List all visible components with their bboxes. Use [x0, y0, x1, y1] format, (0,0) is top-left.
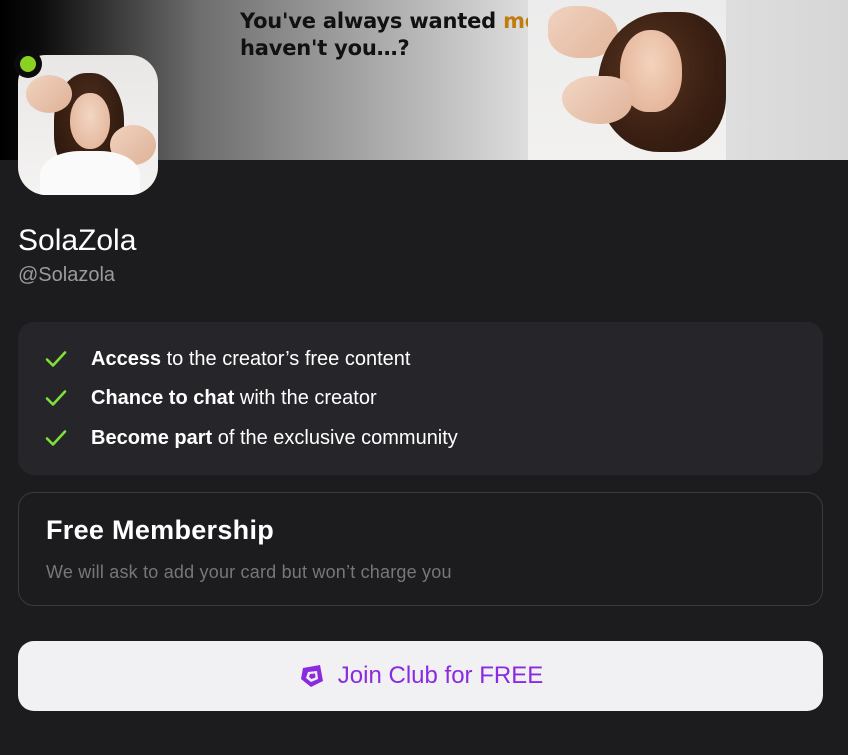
benefit-item: Access to the creator’s free content: [44, 346, 410, 372]
avatar[interactable]: [18, 55, 158, 195]
benefit-text: to the creator’s free content: [161, 347, 411, 370]
benefit-bold: Access: [91, 347, 162, 370]
banner-headline: You've always wanted more, haven't you…?: [240, 8, 571, 62]
join-club-button[interactable]: Join Club for FREE: [18, 641, 823, 711]
benefit-text: of the exclusive community: [212, 426, 458, 449]
club-logo-icon: [300, 665, 323, 687]
membership-subtitle: We will ask to add your card but won’t c…: [46, 562, 452, 582]
online-status-indicator: [14, 50, 42, 78]
benefit-item: Become part of the exclusive community: [44, 425, 458, 451]
banner-headline-part1: You've always wanted: [240, 9, 504, 33]
benefit-item: Chance to chat with the creator: [44, 385, 377, 411]
check-icon: [45, 351, 67, 367]
join-club-button-label: Join Club for FREE: [337, 662, 544, 689]
check-icon: [45, 390, 67, 406]
check-icon: [45, 430, 67, 446]
benefits-card: Access to the creator’s free content Cha…: [18, 322, 823, 475]
profile-name: SolaZola: [18, 224, 137, 257]
membership-title: Free Membership: [46, 515, 275, 545]
banner-photo: [528, 0, 726, 160]
benefit-bold: Become part: [91, 426, 213, 449]
profile-handle: @Solazola: [18, 264, 116, 286]
benefit-text: with the creator: [234, 386, 377, 409]
banner-headline-line2: haven't you…?: [240, 36, 410, 60]
benefit-bold: Chance to chat: [91, 386, 235, 409]
membership-card[interactable]: Free Membership We will ask to add your …: [18, 492, 823, 606]
